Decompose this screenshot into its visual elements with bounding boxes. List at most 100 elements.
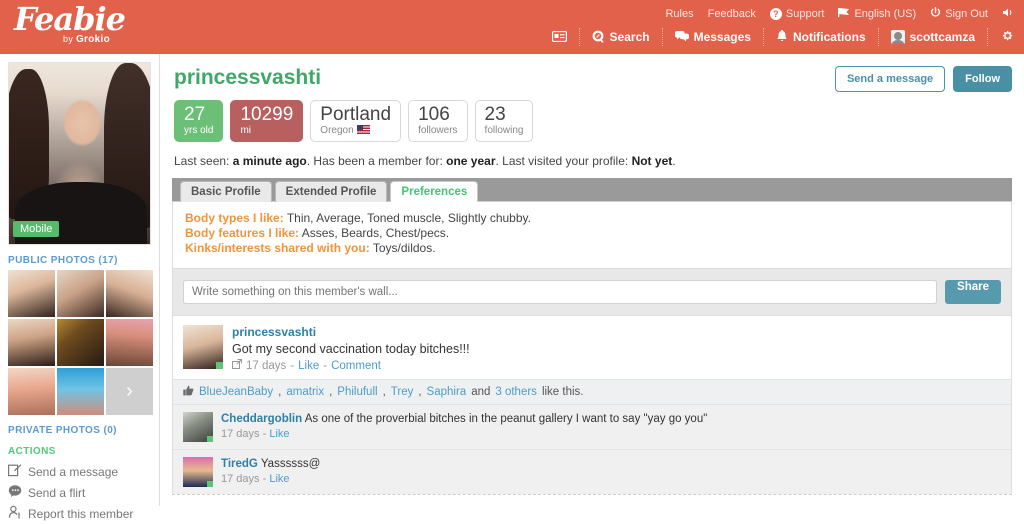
action-send-flirt[interactable]: Send a flirt — [8, 482, 151, 503]
stat-label-wrap: Oregon — [320, 125, 391, 137]
tab-preferences[interactable]: Preferences — [390, 181, 479, 202]
avatar[interactable] — [183, 325, 223, 369]
stat-value: 106 — [418, 104, 450, 125]
nav-item-settings[interactable] — [988, 28, 1020, 46]
wall-feed: princessvashti Got my second vaccination… — [172, 316, 1012, 495]
liker-link[interactable]: Philufull — [337, 386, 377, 398]
stat-followers[interactable]: 106 followers — [408, 100, 468, 142]
likes-others-link[interactable]: 3 others — [495, 386, 537, 398]
brand-by-name: Grokio — [75, 34, 110, 45]
compose-icon — [8, 463, 22, 480]
utility-link-language[interactable]: English (US) — [838, 7, 916, 21]
wall-comment-author[interactable]: Cheddargoblin — [221, 413, 302, 425]
nav-item-notifications[interactable]: Notifications — [764, 28, 879, 46]
us-flag-icon — [356, 125, 370, 134]
stat-label: following — [484, 125, 524, 136]
wall-input[interactable] — [183, 280, 938, 304]
tab-basic-profile[interactable]: Basic Profile — [180, 181, 272, 202]
tab-extended-profile[interactable]: Extended Profile — [274, 181, 388, 202]
profile-actions: Send a message Follow — [834, 66, 1012, 92]
photo-thumb[interactable] — [57, 270, 104, 317]
liker-link[interactable]: amatrix — [286, 386, 324, 398]
main-content: Send a message Follow princessvashti 27 … — [160, 54, 1024, 506]
preference-value: Asses, Beards, Chest/pecs. — [301, 226, 450, 240]
photo-thumb[interactable] — [8, 270, 55, 317]
last-seen-period: . — [672, 154, 676, 168]
photo-thumb[interactable] — [8, 368, 55, 415]
mobile-badge: Mobile — [13, 221, 60, 237]
photo-thumb[interactable] — [106, 270, 153, 317]
private-photos-title: PRIVATE PHOTOS (0) — [8, 425, 117, 436]
search-icon — [592, 30, 605, 45]
wall-comment-line: Cheddargoblin As one of the proverbial b… — [221, 412, 707, 427]
utility-link-sound[interactable] — [1002, 7, 1014, 21]
action-send-message[interactable]: Send a message — [8, 461, 151, 482]
wall-comment-body: TiredG Yassssss@ 17 days - Like — [221, 457, 320, 487]
stat-following[interactable]: 23 following — [474, 100, 534, 142]
wall-comment-body: Cheddargoblin As one of the proverbial b… — [221, 412, 707, 442]
stat-age: 27 yrs old — [174, 100, 224, 142]
actions-title: ACTIONS — [8, 446, 56, 457]
nav-item-search[interactable]: Search — [580, 28, 663, 46]
meta-separator: - — [262, 428, 267, 440]
send-message-button[interactable]: Send a message — [834, 66, 946, 92]
nav-item-messages[interactable]: Messages — [663, 28, 764, 46]
liker-link[interactable]: BlueJeanBaby — [199, 386, 273, 398]
photo-thumb[interactable] — [57, 368, 104, 415]
avatar[interactable] — [183, 412, 213, 442]
utility-link-signout[interactable]: Sign Out — [930, 7, 988, 21]
public-photos-title: PUBLIC PHOTOS (17) — [8, 255, 118, 266]
action-label: Send a flirt — [28, 485, 86, 500]
utility-link-feedback[interactable]: Feedback — [708, 8, 756, 20]
preferences-panel: Body types I like: Thin, Average, Toned … — [172, 202, 1012, 269]
nav-item-account[interactable]: scottcamza — [879, 28, 988, 46]
card-icon — [551, 30, 567, 44]
report-user-icon — [8, 505, 22, 522]
liker-link[interactable]: Saphira — [427, 386, 467, 398]
liker-link[interactable]: Trey — [391, 386, 414, 398]
action-report-member[interactable]: Report this member — [8, 503, 151, 524]
comma: , — [278, 386, 282, 398]
action-label: Send a message — [28, 464, 119, 479]
utility-link-rules[interactable]: Rules — [665, 8, 693, 20]
question-circle-icon: ? — [769, 8, 782, 20]
stat-label: mi — [240, 125, 252, 136]
likes-suffix: like this. — [541, 386, 584, 398]
wall-comment-like-link[interactable]: Like — [269, 428, 289, 440]
avatar[interactable] — [183, 457, 213, 487]
photo-thumb[interactable] — [106, 319, 153, 366]
profile-stats: 27 yrs old 10299 mi Portland Oregon 106 … — [174, 100, 1012, 142]
wall-comment: TiredG Yassssss@ 17 days - Like — [173, 449, 1011, 494]
follow-button[interactable]: Follow — [953, 66, 1012, 92]
messages-icon — [674, 30, 689, 44]
wall-post-comment-link[interactable]: Comment — [331, 360, 381, 372]
wall-comment: Cheddargoblin As one of the proverbial b… — [173, 404, 1011, 449]
utility-nav: Rules Feedback ? Support English (US) Si… — [665, 7, 1014, 21]
meta-separator: - — [262, 473, 267, 485]
speech-bubble-icon — [8, 484, 22, 501]
nav-label-messages: Messages — [693, 30, 751, 44]
wall-comment-author[interactable]: TiredG — [221, 458, 258, 470]
photos-next-button[interactable]: › — [106, 368, 153, 415]
profile-photo[interactable]: Mobile — [8, 62, 151, 245]
wall-comment-meta: 17 days - Like — [221, 428, 707, 440]
wall-post-like-link[interactable]: Like — [298, 360, 319, 372]
utility-label-signout: Sign Out — [945, 8, 988, 20]
brand-logo[interactable]: Feabie by Grokio — [14, 2, 164, 45]
photo-thumb[interactable] — [57, 319, 104, 366]
share-button[interactable]: Share — [945, 280, 1001, 304]
last-visit-label: . Last visited your profile: — [495, 154, 632, 168]
utility-link-support[interactable]: ? Support — [769, 8, 824, 20]
power-icon — [930, 7, 941, 21]
gear-icon — [1000, 29, 1014, 45]
photo-thumb[interactable] — [8, 319, 55, 366]
wall-post-author[interactable]: princessvashti — [232, 325, 316, 339]
stat-value: Portland — [320, 104, 392, 125]
stat-label: followers — [418, 125, 458, 136]
volume-icon — [1002, 7, 1014, 21]
nav-item-card[interactable] — [540, 28, 580, 46]
wall-comment-like-link[interactable]: Like — [269, 473, 289, 485]
action-label: Report this member — [28, 506, 134, 521]
left-sidebar: Mobile PUBLIC PHOTOS (17) › PRIVATE PHOT… — [0, 54, 160, 521]
main-nav: Search Messages Notifications scottcamza — [540, 28, 1020, 46]
